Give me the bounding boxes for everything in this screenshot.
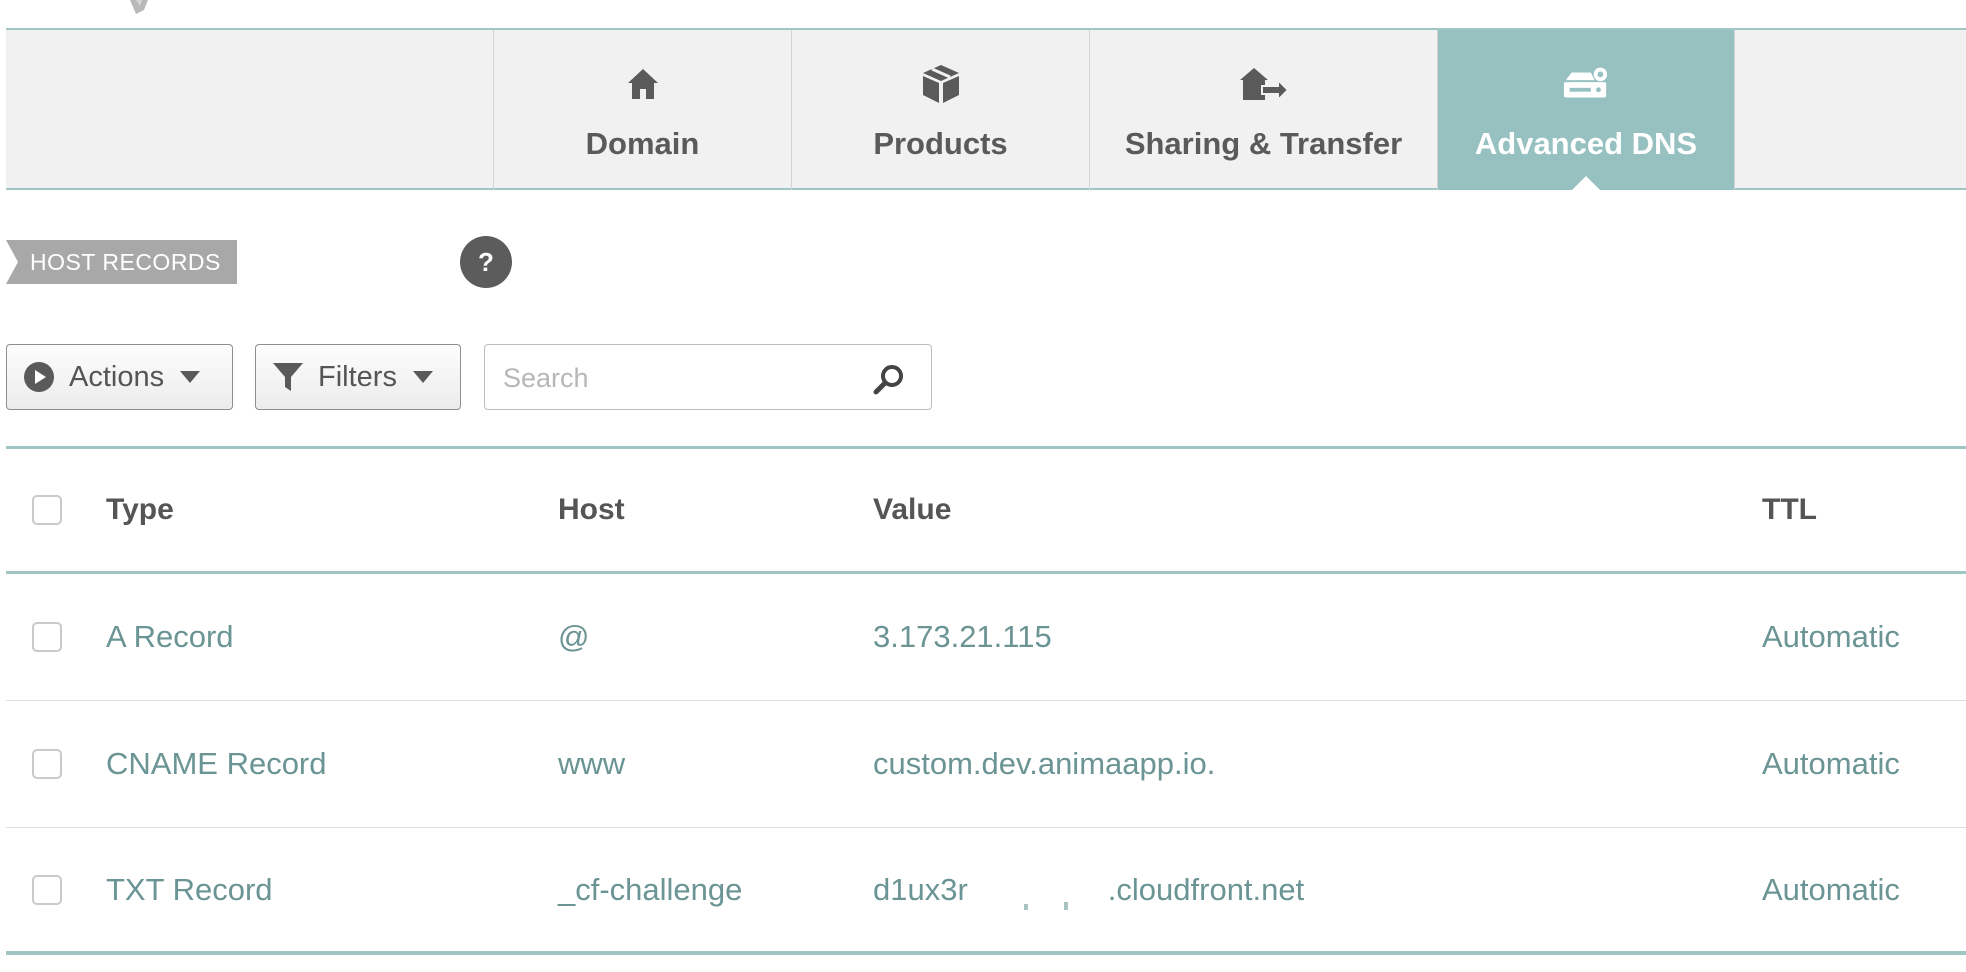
- record-ttl[interactable]: Automatic: [1762, 828, 1900, 951]
- row-check-cell: [32, 828, 62, 951]
- record-value-prefix: d1ux3r: [873, 871, 968, 907]
- record-type[interactable]: CNAME Record: [106, 701, 327, 827]
- search-field[interactable]: [484, 344, 932, 410]
- package-icon: [917, 60, 965, 108]
- redaction-artifact: [1063, 901, 1068, 910]
- record-value[interactable]: d1ux3r .cloudfront.net: [873, 828, 1304, 951]
- header-value[interactable]: Value: [873, 449, 951, 571]
- tab-domain-label: Domain: [585, 126, 700, 161]
- tab-sharing-transfer-label: Sharing & Transfer: [1124, 126, 1403, 161]
- play-circle-icon: [24, 362, 54, 392]
- row-checkbox[interactable]: [32, 749, 62, 779]
- redaction-artifact: [1023, 903, 1028, 910]
- actions-button[interactable]: Actions: [6, 344, 233, 410]
- tab-advanced-dns-label: Advanced DNS: [1474, 126, 1698, 161]
- select-all-checkbox[interactable]: [32, 495, 62, 525]
- row-checkbox[interactable]: [32, 622, 62, 652]
- tab-bar: Domain Products Sharing & Transfer Advan…: [6, 28, 1966, 190]
- logo-fragment-icon: [130, 0, 148, 14]
- filters-label: Filters: [318, 360, 397, 393]
- record-value[interactable]: custom.dev.animaapp.io.: [873, 701, 1215, 827]
- row-checkbox[interactable]: [32, 874, 62, 905]
- funnel-icon: [273, 363, 303, 391]
- top-strip: [0, 0, 1966, 28]
- host-records-table: Type Host Value TTL A Record @ 3.173.21.…: [6, 446, 1966, 955]
- table-row[interactable]: A Record @ 3.173.21.115 Automatic: [6, 574, 1966, 701]
- search-icon[interactable]: [873, 363, 905, 395]
- host-records-badge: HOST RECORDS: [6, 240, 237, 284]
- server-gear-icon: [1562, 60, 1610, 108]
- chevron-down-icon: [412, 371, 433, 383]
- table-row[interactable]: CNAME Record www custom.dev.animaapp.io.…: [6, 701, 1966, 828]
- house-icon: [619, 60, 667, 108]
- active-tab-caret: [1570, 176, 1602, 192]
- tab-products-label: Products: [873, 126, 1008, 161]
- tab-sharing-transfer[interactable]: Sharing & Transfer: [1089, 30, 1437, 190]
- record-type[interactable]: A Record: [106, 574, 234, 700]
- record-host[interactable]: www: [558, 701, 625, 827]
- record-type[interactable]: TXT Record: [106, 828, 273, 951]
- record-value[interactable]: 3.173.21.115: [873, 574, 1052, 700]
- redacted-segment: [967, 875, 1108, 910]
- record-ttl[interactable]: Automatic: [1762, 701, 1900, 827]
- filters-button[interactable]: Filters: [255, 344, 461, 410]
- header-type[interactable]: Type: [106, 449, 174, 571]
- tab-divider: [1734, 30, 1735, 190]
- header-host[interactable]: Host: [558, 449, 625, 571]
- actions-label: Actions: [69, 360, 165, 393]
- record-ttl[interactable]: Automatic: [1762, 574, 1900, 700]
- tab-products[interactable]: Products: [791, 30, 1089, 190]
- tab-domain[interactable]: Domain: [493, 30, 791, 190]
- table-row[interactable]: TXT Record _cf-challenge d1ux3r .cloudfr…: [6, 828, 1966, 955]
- row-check-cell: [32, 701, 62, 827]
- record-value-suffix: .cloudfront.net: [1107, 871, 1305, 907]
- table-header: Type Host Value TTL: [6, 446, 1966, 574]
- search-input[interactable]: [501, 357, 865, 399]
- record-host[interactable]: _cf-challenge: [558, 828, 742, 951]
- record-host[interactable]: @: [558, 574, 589, 700]
- page: Domain Products Sharing & Transfer Advan…: [0, 0, 1966, 972]
- tab-advanced-dns[interactable]: Advanced DNS: [1437, 30, 1734, 190]
- house-transfer-icon: [1239, 60, 1288, 108]
- row-check-cell: [32, 574, 62, 700]
- select-all-cell: [32, 449, 62, 571]
- chevron-down-icon: [180, 371, 201, 383]
- header-ttl[interactable]: TTL: [1762, 449, 1817, 571]
- help-button[interactable]: ?: [460, 236, 512, 288]
